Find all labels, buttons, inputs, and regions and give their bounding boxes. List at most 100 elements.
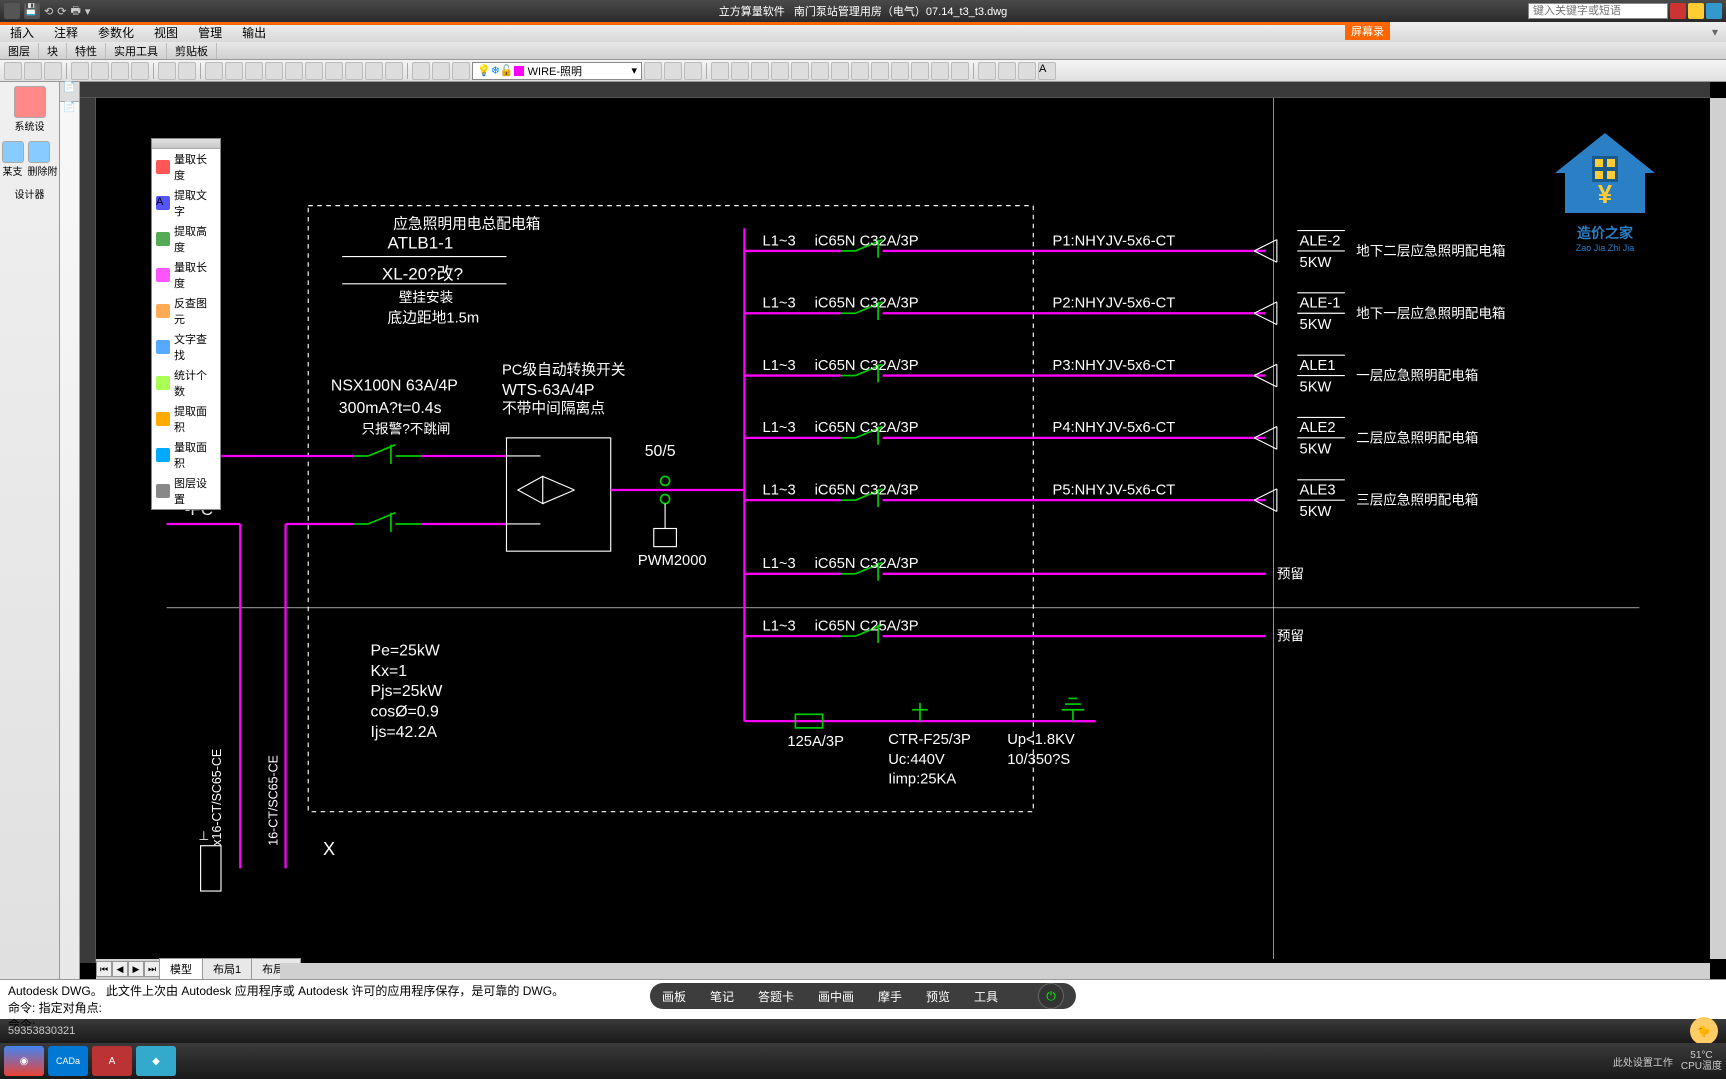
tool-layer1[interactable] (412, 62, 430, 80)
menu-manage[interactable]: 管理 (188, 24, 232, 41)
tool-props[interactable] (285, 62, 303, 80)
tool-block[interactable] (345, 62, 363, 80)
tab-model[interactable]: 模型 (159, 958, 203, 979)
tool-mtext[interactable] (978, 62, 996, 80)
tool-mld[interactable] (1018, 62, 1036, 80)
palette-measure-length[interactable]: 量取长度 (152, 149, 220, 185)
ribbon-tab-layer[interactable]: 图层 (0, 43, 39, 59)
panel-btn-delete[interactable] (28, 141, 50, 163)
tool-zoom[interactable] (225, 62, 243, 80)
search-input[interactable] (1528, 3, 1668, 19)
tool-table[interactable] (365, 62, 383, 80)
tool-spline[interactable] (871, 62, 889, 80)
tool-circle[interactable] (771, 62, 789, 80)
tool-ellipse[interactable] (831, 62, 849, 80)
power-icon[interactable]: ⏻ (1038, 983, 1064, 1009)
tool-pan[interactable] (205, 62, 223, 80)
palette-measure-area[interactable]: 量取面积 (152, 437, 220, 473)
tool-grad[interactable] (911, 62, 929, 80)
tool-layertool2[interactable] (664, 62, 682, 80)
task-chrome[interactable]: ◉ (4, 1046, 44, 1076)
palette-extract-text[interactable]: A提取文字 (152, 185, 220, 221)
palette-count[interactable]: 统计个数 (152, 365, 220, 401)
tool-new[interactable] (4, 62, 22, 80)
tool-copy[interactable] (91, 62, 109, 80)
palette-extract-area[interactable]: 提取面积 (152, 401, 220, 437)
help2-icon[interactable] (1706, 3, 1722, 19)
tool-dsm[interactable] (305, 62, 323, 80)
menu-insert[interactable]: 插入 (0, 24, 44, 41)
tool-redo[interactable] (178, 62, 196, 80)
tool-save[interactable] (44, 62, 62, 80)
scrollbar-horizontal[interactable] (280, 963, 1710, 979)
palette-text-find[interactable]: 文字查找 (152, 329, 220, 365)
quantity-palette[interactable]: 量取长度 A提取文字 提取高度 量取长度 反查图元 文字查找 统计个数 提取面积… (151, 138, 221, 510)
tool-table2[interactable] (998, 62, 1016, 80)
tool-open[interactable] (24, 62, 42, 80)
help-icon[interactable] (1670, 3, 1686, 19)
layer-dropdown[interactable]: 💡❄🔓 WIRE-照明 ▾ (472, 62, 642, 80)
panel-btn-support[interactable] (2, 141, 24, 163)
tool-arc[interactable] (751, 62, 769, 80)
ribbon-tab-clipboard[interactable]: 剪贴板 (167, 43, 217, 59)
emoji-icon[interactable]: 🐤 (1690, 1017, 1718, 1045)
ribbon-tab-block[interactable]: 块 (39, 43, 67, 59)
tool-zoomwin[interactable] (245, 62, 263, 80)
tool-txt[interactable]: A (1038, 62, 1056, 80)
star-icon[interactable] (1688, 3, 1704, 19)
palette-measure-len2[interactable]: 量取长度 (152, 257, 220, 293)
tab-layout1[interactable]: 布局1 (202, 958, 252, 979)
tool-layertool1[interactable] (644, 62, 662, 80)
tool-rect[interactable] (791, 62, 809, 80)
tool-point[interactable] (951, 62, 969, 80)
save-icon[interactable]: 💾 (24, 3, 40, 19)
menu-view[interactable]: 视图 (144, 24, 188, 41)
ftb-preview[interactable]: 预览 (926, 988, 950, 1005)
print-icon[interactable]: 🖶 (70, 2, 80, 21)
task-app[interactable]: ◆ (136, 1046, 176, 1076)
tab-prev[interactable]: ◀ (112, 961, 128, 977)
tab-first[interactable]: ⏮ (96, 961, 112, 977)
ftb-note[interactable]: 笔记 (710, 988, 734, 1005)
ribbon-tab-props[interactable]: 特性 (67, 43, 106, 59)
tool-cut[interactable] (71, 62, 89, 80)
palette-extract-height[interactable]: 提取高度 (152, 221, 220, 257)
tool-pline[interactable] (731, 62, 749, 80)
menu-annotate[interactable]: 注释 (44, 24, 88, 41)
floating-toolbar[interactable]: 画板 笔记 答题卡 画中画 摩手 预览 工具 ⏻ (650, 983, 1076, 1009)
panel-btn-system[interactable] (14, 86, 46, 118)
tool-text[interactable] (385, 62, 403, 80)
tool-line[interactable] (711, 62, 729, 80)
tool-layer2[interactable] (432, 62, 450, 80)
palette-titlebar[interactable] (152, 139, 220, 149)
tool-tp[interactable] (325, 62, 343, 80)
palette-layer-settings[interactable]: 图层设置 (152, 473, 220, 509)
tab-next[interactable]: ▶ (128, 961, 144, 977)
undo-icon[interactable]: ⟲ (44, 5, 53, 18)
ftb-card[interactable]: 答题卡 (758, 988, 794, 1005)
palette-reverse-lookup[interactable]: 反查图元 (152, 293, 220, 329)
tool-paste[interactable] (111, 62, 129, 80)
tool-layer3[interactable] (452, 62, 470, 80)
tool-layertool3[interactable] (684, 62, 702, 80)
system-tray[interactable]: 此处设置工作 51°C CPU温度 (1613, 1050, 1722, 1072)
tool-undo[interactable] (158, 62, 176, 80)
tab-last[interactable]: ⏭ (144, 961, 160, 977)
tool-region[interactable] (931, 62, 949, 80)
scrollbar-vertical[interactable] (1710, 98, 1726, 959)
tool-zoomext[interactable] (265, 62, 283, 80)
task-autocad[interactable]: A (92, 1046, 132, 1076)
menu-parametric[interactable]: 参数化 (88, 24, 144, 41)
ftb-pip[interactable]: 画中画 (818, 988, 854, 1005)
tool-hatch[interactable] (891, 62, 909, 80)
task-cad[interactable]: CADa (48, 1046, 88, 1076)
ribbon-tab-utils[interactable]: 实用工具 (106, 43, 167, 59)
tool-match[interactable] (131, 62, 149, 80)
redo-icon[interactable]: ⟳ (57, 5, 66, 18)
drawing-canvas[interactable]: 量取长度 A提取文字 提取高度 量取长度 反查图元 文字查找 统计个数 提取面积… (96, 98, 1710, 959)
tool-rev[interactable] (811, 62, 829, 80)
ftb-board[interactable]: 画板 (662, 988, 686, 1005)
ftb-tools[interactable]: 工具 (974, 988, 998, 1005)
tool-earc[interactable] (851, 62, 869, 80)
menu-output[interactable]: 输出 (232, 24, 276, 41)
